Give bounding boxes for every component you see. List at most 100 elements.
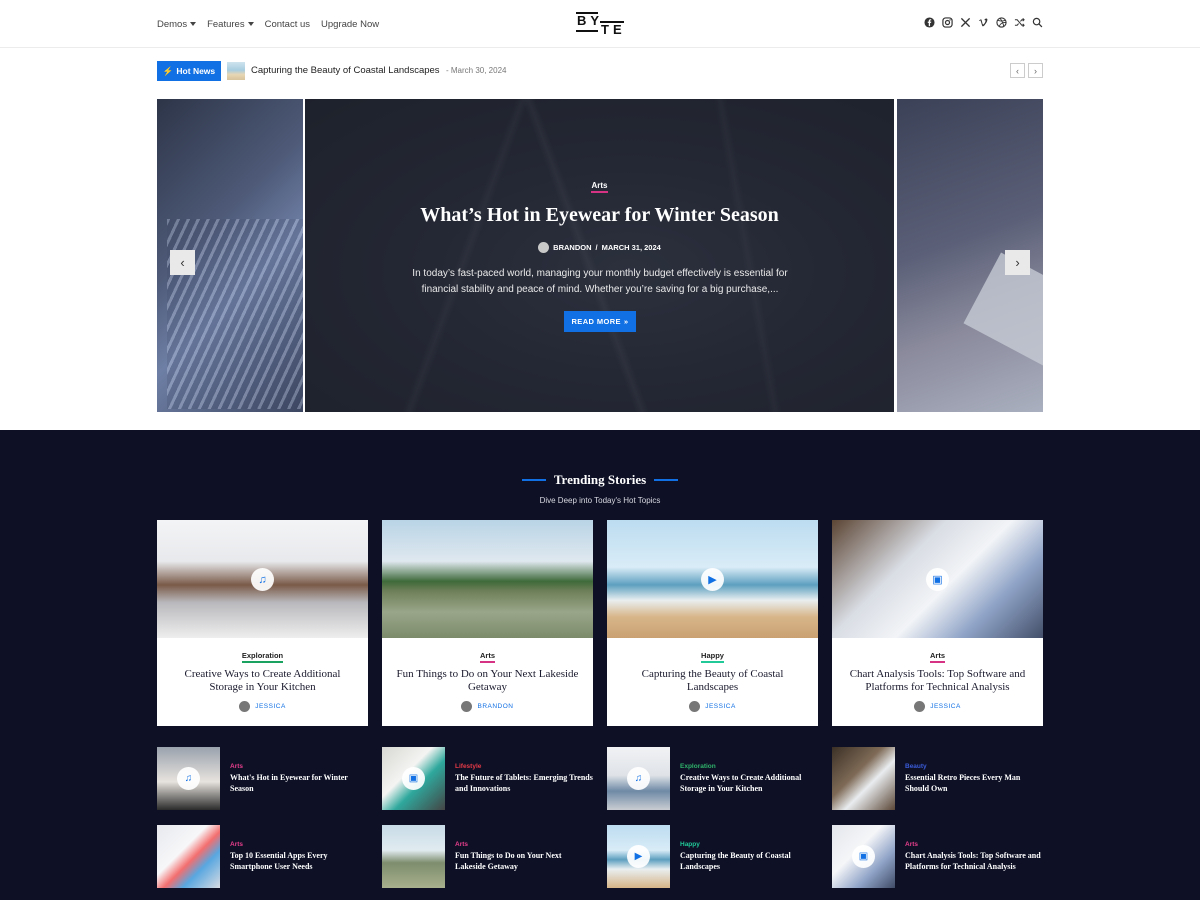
dribbble-icon[interactable]	[996, 17, 1007, 28]
list-item[interactable]: ♫ Exploration Creative Ways to Create Addi…	[607, 747, 818, 810]
nav-contact[interactable]: Contact us	[265, 19, 310, 30]
hot-news-thumbnail[interactable]	[227, 62, 245, 80]
hot-news-date: - March 30, 2024	[446, 66, 507, 75]
title-line-right	[654, 479, 679, 481]
card-category-label[interactable]: Arts	[479, 651, 495, 663]
list-item-text: Arts Top 10 Essential Apps Every Smartpho…	[230, 825, 368, 888]
hot-news-title[interactable]: Capturing the Beauty of Coastal Landscap…	[251, 65, 440, 76]
nav-demos-label: Demos	[157, 18, 188, 30]
list-item-category[interactable]: Beauty	[905, 763, 1043, 770]
vimeo-icon[interactable]	[978, 17, 989, 28]
nav-features[interactable]: Features	[207, 19, 254, 30]
slider-prev-button[interactable]: ‹	[170, 250, 195, 275]
card-author-name[interactable]: BRANDON	[477, 703, 513, 710]
list-item-category[interactable]: Arts	[230, 763, 368, 770]
list-item[interactable]: Beauty Essential Retro Pieces Every Man S…	[832, 747, 1043, 810]
list-item-category[interactable]: Exploration	[680, 763, 818, 770]
list-item-title[interactable]: Essential Retro Pieces Every Man Should …	[905, 773, 1043, 794]
card-title[interactable]: Capturing the Beauty of Coastal Landscap…	[619, 668, 806, 694]
slide-category-label[interactable]: Arts	[591, 181, 608, 193]
facebook-icon[interactable]	[924, 17, 935, 28]
list-item-category[interactable]: Lifestyle	[455, 763, 593, 770]
card-title[interactable]: Fun Things to Do on Your Next Lakeside G…	[394, 668, 581, 694]
trending-card[interactable]: ▶ Happy Capturing the Beauty of Coastal La…	[607, 520, 818, 726]
site-logo[interactable]: BY TE	[575, 12, 625, 37]
list-item-thumbnail[interactable]	[832, 747, 895, 810]
trending-card[interactable]: ▣ Arts Chart Analysis Tools: Top Software …	[832, 520, 1043, 726]
list-item-title[interactable]: Chart Analysis Tools: Top Software and P…	[905, 851, 1043, 872]
list-item-thumbnail[interactable]: ▣	[382, 747, 445, 810]
hot-news-controls: ‹ ›	[1010, 63, 1043, 78]
list-item-category[interactable]: Happy	[680, 841, 818, 848]
trending-card[interactable]: Arts Fun Things to Do on Your Next Lakesi…	[382, 520, 593, 726]
card-author-name[interactable]: JESSICA	[255, 703, 286, 710]
shuffle-icon[interactable]	[1014, 17, 1025, 28]
card-image[interactable]	[382, 520, 593, 638]
slider-next-button[interactable]: ›	[1005, 250, 1030, 275]
list-item-thumbnail[interactable]: ♫	[607, 747, 670, 810]
play-icon: ▶	[627, 845, 650, 868]
list-item-thumbnail[interactable]	[382, 825, 445, 888]
list-item[interactable]: Arts Fun Things to Do on Your Next Lakesi…	[382, 825, 593, 888]
list-item-thumbnail[interactable]: ♫	[157, 747, 220, 810]
list-item-title[interactable]: Top 10 Essential Apps Every Smartphone U…	[230, 851, 368, 872]
card-author-name[interactable]: JESSICA	[930, 703, 961, 710]
title-line-left	[521, 479, 546, 481]
active-slide: Arts What’s Hot in Eyewear for Winter Se…	[305, 99, 894, 412]
list-item-title[interactable]: What's Hot in Eyewear for Winter Season	[230, 773, 368, 794]
card-category-label[interactable]: Arts	[929, 651, 945, 663]
card-category-label[interactable]: Exploration	[241, 651, 284, 663]
list-item-thumbnail[interactable]: ▣	[832, 825, 895, 888]
card-category[interactable]: Exploration	[157, 651, 368, 663]
list-item[interactable]: Arts Top 10 Essential Apps Every Smartpho…	[157, 825, 368, 888]
slide-author[interactable]: BRANDON	[553, 243, 591, 252]
list-item-title[interactable]: Creative Ways to Create Additional Stora…	[680, 773, 818, 794]
chevron-right-icon: ›	[1034, 65, 1037, 76]
card-author[interactable]: JESSICA	[607, 701, 818, 712]
card-title[interactable]: Creative Ways to Create Additional Stora…	[169, 668, 356, 694]
nav-upgrade[interactable]: Upgrade Now	[321, 19, 379, 30]
trending-cards: ♫ Exploration Creative Ways to Create Addi…	[157, 520, 1043, 726]
slide-title[interactable]: What’s Hot in Eyewear for Winter Season	[305, 204, 894, 227]
list-item-title[interactable]: The Future of Tablets: Emerging Trends a…	[455, 773, 593, 794]
read-more-button[interactable]: READ MORE»	[564, 311, 636, 332]
card-title[interactable]: Chart Analysis Tools: Top Software and P…	[844, 668, 1031, 694]
list-item-category[interactable]: Arts	[230, 841, 368, 848]
card-image[interactable]: ▣	[832, 520, 1043, 638]
list-item[interactable]: ▣ Lifestyle The Future of Tablets: Emergin…	[382, 747, 593, 810]
list-item-thumbnail[interactable]: ▶	[607, 825, 670, 888]
card-category[interactable]: Happy	[607, 651, 818, 663]
list-item-category[interactable]: Arts	[455, 841, 593, 848]
instagram-icon[interactable]	[942, 17, 953, 28]
card-author[interactable]: BRANDON	[382, 701, 593, 712]
chevron-left-icon: ‹	[180, 255, 185, 270]
nav-demos[interactable]: Demos	[157, 18, 197, 30]
card-image[interactable]: ♫	[157, 520, 368, 638]
read-more-label: READ MORE	[571, 317, 621, 326]
list-item[interactable]: ♫ Arts What's Hot in Eyewear for Winter Se…	[157, 747, 368, 810]
slide-content: Arts What’s Hot in Eyewear for Winter Se…	[305, 99, 894, 412]
slide-excerpt: In today’s fast-paced world, managing yo…	[412, 268, 788, 295]
slide-meta: BRANDON / MARCH 31, 2024	[305, 242, 894, 253]
list-item-title[interactable]: Capturing the Beauty of Coastal Landscap…	[680, 851, 818, 872]
card-category-label[interactable]: Happy	[701, 651, 724, 663]
search-icon[interactable]	[1032, 17, 1043, 28]
list-item-thumbnail[interactable]	[157, 825, 220, 888]
x-icon[interactable]	[960, 17, 971, 28]
card-author[interactable]: JESSICA	[832, 701, 1043, 712]
trending-card[interactable]: ♫ Exploration Creative Ways to Create Addi…	[157, 520, 368, 726]
list-item-category[interactable]: Arts	[905, 841, 1043, 848]
list-item[interactable]: ▶ Happy Capturing the Beauty of Coastal La…	[607, 825, 818, 888]
hot-news-prev-button[interactable]: ‹	[1010, 63, 1025, 78]
hero-slider: Arts What’s Hot in Eyewear for Winter Se…	[0, 99, 1200, 412]
card-category[interactable]: Arts	[832, 651, 1043, 663]
slide-category[interactable]: Arts	[305, 181, 894, 193]
card-category[interactable]: Arts	[382, 651, 593, 663]
site-header: Demos Features Contact us Upgrade Now BY…	[0, 0, 1200, 48]
card-image[interactable]: ▶	[607, 520, 818, 638]
card-author-name[interactable]: JESSICA	[705, 703, 736, 710]
hot-news-next-button[interactable]: ›	[1028, 63, 1043, 78]
card-author[interactable]: JESSICA	[157, 701, 368, 712]
list-item[interactable]: ▣ Arts Chart Analysis Tools: Top Software …	[832, 825, 1043, 888]
list-item-title[interactable]: Fun Things to Do on Your Next Lakeside G…	[455, 851, 593, 872]
